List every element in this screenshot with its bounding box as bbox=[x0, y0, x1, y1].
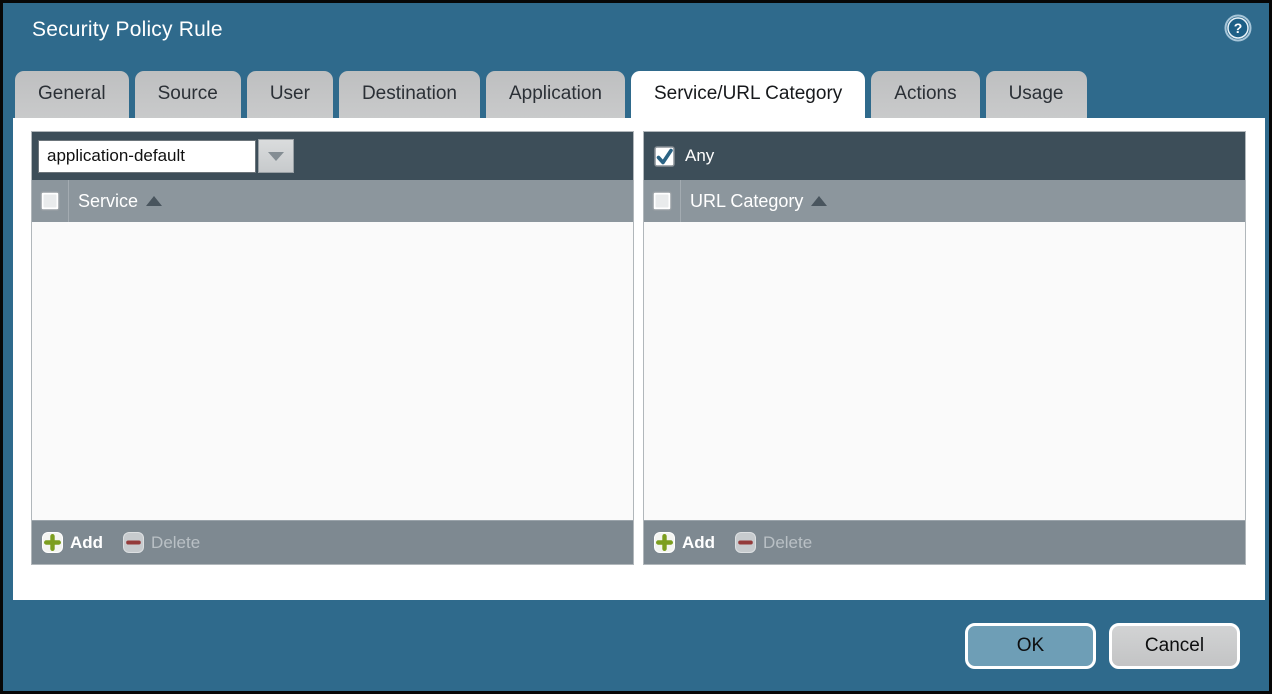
help-icon[interactable]: ? bbox=[1224, 14, 1252, 42]
security-policy-rule-dialog: Security Policy Rule ? General Source Us… bbox=[0, 0, 1272, 694]
service-type-input[interactable] bbox=[38, 140, 256, 173]
service-delete-label: Delete bbox=[151, 533, 200, 553]
url-category-panel-footer: Add Delete bbox=[644, 520, 1245, 564]
url-category-delete-button[interactable]: Delete bbox=[735, 532, 812, 553]
checkbox-unchecked-icon bbox=[652, 191, 672, 211]
tab-user[interactable]: User bbox=[247, 71, 333, 118]
service-column-header-row: Service bbox=[32, 180, 633, 222]
tab-general[interactable]: General bbox=[15, 71, 129, 118]
url-category-add-label: Add bbox=[682, 533, 715, 553]
service-column-label: Service bbox=[78, 191, 138, 212]
ok-button[interactable]: OK bbox=[965, 623, 1096, 669]
tab-usage[interactable]: Usage bbox=[986, 71, 1087, 118]
service-panel-footer: Add Delete bbox=[32, 520, 633, 564]
url-category-add-button[interactable]: Add bbox=[654, 532, 715, 553]
tab-content: Service Add Dele bbox=[13, 118, 1265, 600]
url-category-column-sort[interactable]: URL Category bbox=[690, 191, 827, 212]
service-panel-topbar bbox=[32, 132, 633, 180]
minus-icon bbox=[735, 532, 756, 553]
plus-icon bbox=[42, 532, 63, 553]
tab-actions[interactable]: Actions bbox=[871, 71, 979, 118]
dialog-button-row: OK Cancel bbox=[965, 623, 1240, 669]
minus-icon bbox=[123, 532, 144, 553]
service-add-button[interactable]: Add bbox=[42, 532, 103, 553]
tab-destination[interactable]: Destination bbox=[339, 71, 480, 118]
url-category-column-label: URL Category bbox=[690, 191, 803, 212]
dialog-title: Security Policy Rule bbox=[32, 18, 223, 42]
tab-bar: General Source User Destination Applicat… bbox=[15, 69, 1087, 118]
service-type-dropdown-button[interactable] bbox=[258, 139, 294, 173]
service-list-empty-area[interactable] bbox=[32, 222, 633, 520]
plus-icon bbox=[654, 532, 675, 553]
checkbox-unchecked-icon bbox=[40, 191, 60, 211]
tab-source[interactable]: Source bbox=[135, 71, 241, 118]
service-column-sort[interactable]: Service bbox=[78, 191, 162, 212]
url-category-column-header-row: URL Category bbox=[644, 180, 1245, 222]
svg-text:?: ? bbox=[1234, 20, 1243, 36]
url-category-delete-label: Delete bbox=[763, 533, 812, 553]
url-category-list-empty-area[interactable] bbox=[644, 222, 1245, 520]
cancel-button[interactable]: Cancel bbox=[1109, 623, 1240, 669]
tab-application[interactable]: Application bbox=[486, 71, 625, 118]
url-category-select-all-checkbox[interactable] bbox=[644, 180, 681, 222]
service-add-label: Add bbox=[70, 533, 103, 553]
chevron-down-icon bbox=[268, 152, 284, 161]
sort-ascending-icon bbox=[146, 196, 162, 206]
service-select-all-checkbox[interactable] bbox=[32, 180, 69, 222]
any-checkbox-checked[interactable] bbox=[654, 146, 675, 167]
service-panel: Service Add Dele bbox=[31, 131, 634, 565]
url-category-panel: Any URL Category bbox=[643, 131, 1246, 565]
url-category-panel-topbar: Any bbox=[644, 132, 1245, 180]
any-checkbox-label: Any bbox=[685, 146, 714, 166]
service-delete-button[interactable]: Delete bbox=[123, 532, 200, 553]
sort-ascending-icon bbox=[811, 196, 827, 206]
tab-service-url-category[interactable]: Service/URL Category bbox=[631, 71, 865, 118]
